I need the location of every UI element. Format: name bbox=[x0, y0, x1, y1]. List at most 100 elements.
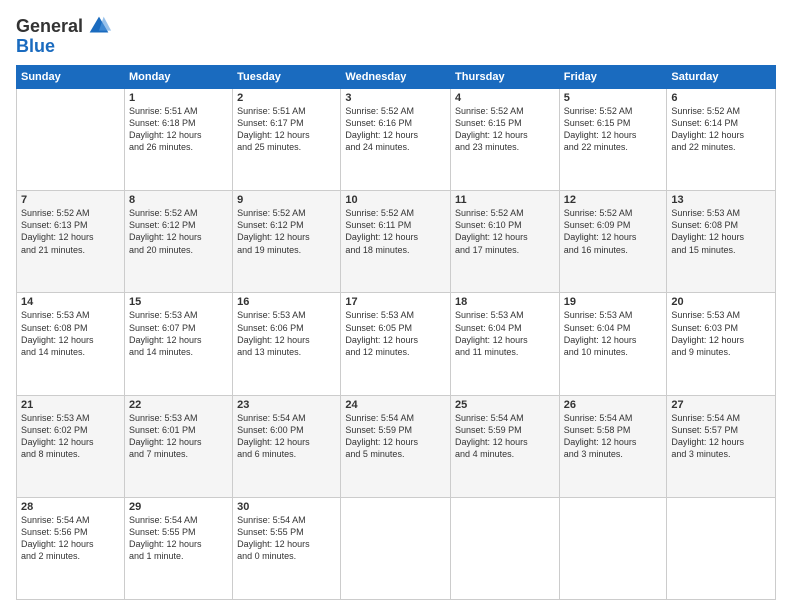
day-info: Sunrise: 5:53 AM Sunset: 6:08 PM Dayligh… bbox=[21, 309, 120, 358]
calendar-cell: 25Sunrise: 5:54 AM Sunset: 5:59 PM Dayli… bbox=[451, 395, 560, 497]
day-info: Sunrise: 5:52 AM Sunset: 6:10 PM Dayligh… bbox=[455, 207, 555, 256]
day-info: Sunrise: 5:53 AM Sunset: 6:07 PM Dayligh… bbox=[129, 309, 228, 358]
day-info: Sunrise: 5:52 AM Sunset: 6:11 PM Dayligh… bbox=[345, 207, 446, 256]
day-number: 22 bbox=[129, 399, 228, 411]
calendar-cell: 18Sunrise: 5:53 AM Sunset: 6:04 PM Dayli… bbox=[451, 293, 560, 395]
day-info: Sunrise: 5:53 AM Sunset: 6:06 PM Dayligh… bbox=[237, 309, 336, 358]
day-info: Sunrise: 5:53 AM Sunset: 6:02 PM Dayligh… bbox=[21, 412, 120, 461]
calendar-cell bbox=[559, 497, 667, 599]
calendar-cell: 27Sunrise: 5:54 AM Sunset: 5:57 PM Dayli… bbox=[667, 395, 776, 497]
calendar-cell: 1Sunrise: 5:51 AM Sunset: 6:18 PM Daylig… bbox=[124, 89, 232, 191]
calendar-cell: 24Sunrise: 5:54 AM Sunset: 5:59 PM Dayli… bbox=[341, 395, 451, 497]
calendar-cell bbox=[341, 497, 451, 599]
calendar-cell: 4Sunrise: 5:52 AM Sunset: 6:15 PM Daylig… bbox=[451, 89, 560, 191]
day-number: 19 bbox=[564, 296, 663, 308]
day-number: 24 bbox=[345, 399, 446, 411]
day-number: 11 bbox=[455, 194, 555, 206]
calendar-cell bbox=[451, 497, 560, 599]
day-number: 16 bbox=[237, 296, 336, 308]
calendar-cell: 19Sunrise: 5:53 AM Sunset: 6:04 PM Dayli… bbox=[559, 293, 667, 395]
day-number: 26 bbox=[564, 399, 663, 411]
day-number: 9 bbox=[237, 194, 336, 206]
day-number: 4 bbox=[455, 92, 555, 104]
day-number: 13 bbox=[671, 194, 771, 206]
calendar-cell: 28Sunrise: 5:54 AM Sunset: 5:56 PM Dayli… bbox=[17, 497, 125, 599]
logo: General Blue bbox=[16, 12, 113, 57]
day-number: 15 bbox=[129, 296, 228, 308]
day-info: Sunrise: 5:52 AM Sunset: 6:12 PM Dayligh… bbox=[237, 207, 336, 256]
col-header-monday: Monday bbox=[124, 66, 232, 89]
day-info: Sunrise: 5:53 AM Sunset: 6:01 PM Dayligh… bbox=[129, 412, 228, 461]
day-info: Sunrise: 5:54 AM Sunset: 5:57 PM Dayligh… bbox=[671, 412, 771, 461]
day-info: Sunrise: 5:53 AM Sunset: 6:05 PM Dayligh… bbox=[345, 309, 446, 358]
calendar-cell: 5Sunrise: 5:52 AM Sunset: 6:15 PM Daylig… bbox=[559, 89, 667, 191]
day-number: 28 bbox=[21, 501, 120, 513]
calendar-cell: 22Sunrise: 5:53 AM Sunset: 6:01 PM Dayli… bbox=[124, 395, 232, 497]
day-info: Sunrise: 5:52 AM Sunset: 6:14 PM Dayligh… bbox=[671, 105, 771, 154]
col-header-saturday: Saturday bbox=[667, 66, 776, 89]
calendar-table: SundayMondayTuesdayWednesdayThursdayFrid… bbox=[16, 65, 776, 600]
day-info: Sunrise: 5:52 AM Sunset: 6:12 PM Dayligh… bbox=[129, 207, 228, 256]
calendar-cell: 13Sunrise: 5:53 AM Sunset: 6:08 PM Dayli… bbox=[667, 191, 776, 293]
day-info: Sunrise: 5:51 AM Sunset: 6:17 PM Dayligh… bbox=[237, 105, 336, 154]
calendar-cell: 2Sunrise: 5:51 AM Sunset: 6:17 PM Daylig… bbox=[233, 89, 341, 191]
day-number: 1 bbox=[129, 92, 228, 104]
day-number: 3 bbox=[345, 92, 446, 104]
day-info: Sunrise: 5:54 AM Sunset: 6:00 PM Dayligh… bbox=[237, 412, 336, 461]
calendar-cell bbox=[667, 497, 776, 599]
day-info: Sunrise: 5:54 AM Sunset: 5:59 PM Dayligh… bbox=[455, 412, 555, 461]
day-number: 27 bbox=[671, 399, 771, 411]
calendar-cell: 14Sunrise: 5:53 AM Sunset: 6:08 PM Dayli… bbox=[17, 293, 125, 395]
day-info: Sunrise: 5:52 AM Sunset: 6:15 PM Dayligh… bbox=[564, 105, 663, 154]
calendar-cell: 3Sunrise: 5:52 AM Sunset: 6:16 PM Daylig… bbox=[341, 89, 451, 191]
day-info: Sunrise: 5:52 AM Sunset: 6:13 PM Dayligh… bbox=[21, 207, 120, 256]
calendar-cell: 9Sunrise: 5:52 AM Sunset: 6:12 PM Daylig… bbox=[233, 191, 341, 293]
day-info: Sunrise: 5:53 AM Sunset: 6:04 PM Dayligh… bbox=[455, 309, 555, 358]
calendar-cell: 8Sunrise: 5:52 AM Sunset: 6:12 PM Daylig… bbox=[124, 191, 232, 293]
day-info: Sunrise: 5:52 AM Sunset: 6:09 PM Dayligh… bbox=[564, 207, 663, 256]
day-info: Sunrise: 5:54 AM Sunset: 5:56 PM Dayligh… bbox=[21, 514, 120, 563]
day-info: Sunrise: 5:54 AM Sunset: 5:58 PM Dayligh… bbox=[564, 412, 663, 461]
day-info: Sunrise: 5:52 AM Sunset: 6:16 PM Dayligh… bbox=[345, 105, 446, 154]
day-number: 29 bbox=[129, 501, 228, 513]
day-number: 7 bbox=[21, 194, 120, 206]
day-number: 20 bbox=[671, 296, 771, 308]
day-number: 10 bbox=[345, 194, 446, 206]
calendar-cell: 16Sunrise: 5:53 AM Sunset: 6:06 PM Dayli… bbox=[233, 293, 341, 395]
calendar-cell: 10Sunrise: 5:52 AM Sunset: 6:11 PM Dayli… bbox=[341, 191, 451, 293]
day-number: 17 bbox=[345, 296, 446, 308]
day-info: Sunrise: 5:53 AM Sunset: 6:03 PM Dayligh… bbox=[671, 309, 771, 358]
logo-general: General bbox=[16, 16, 83, 37]
day-number: 23 bbox=[237, 399, 336, 411]
day-info: Sunrise: 5:54 AM Sunset: 5:59 PM Dayligh… bbox=[345, 412, 446, 461]
calendar-cell: 21Sunrise: 5:53 AM Sunset: 6:02 PM Dayli… bbox=[17, 395, 125, 497]
day-number: 30 bbox=[237, 501, 336, 513]
calendar-cell: 20Sunrise: 5:53 AM Sunset: 6:03 PM Dayli… bbox=[667, 293, 776, 395]
day-info: Sunrise: 5:54 AM Sunset: 5:55 PM Dayligh… bbox=[129, 514, 228, 563]
calendar-cell: 29Sunrise: 5:54 AM Sunset: 5:55 PM Dayli… bbox=[124, 497, 232, 599]
col-header-friday: Friday bbox=[559, 66, 667, 89]
col-header-wednesday: Wednesday bbox=[341, 66, 451, 89]
calendar-cell: 15Sunrise: 5:53 AM Sunset: 6:07 PM Dayli… bbox=[124, 293, 232, 395]
calendar-cell: 30Sunrise: 5:54 AM Sunset: 5:55 PM Dayli… bbox=[233, 497, 341, 599]
day-number: 21 bbox=[21, 399, 120, 411]
day-number: 25 bbox=[455, 399, 555, 411]
col-header-thursday: Thursday bbox=[451, 66, 560, 89]
day-info: Sunrise: 5:53 AM Sunset: 6:08 PM Dayligh… bbox=[671, 207, 771, 256]
day-number: 14 bbox=[21, 296, 120, 308]
day-number: 8 bbox=[129, 194, 228, 206]
col-header-sunday: Sunday bbox=[17, 66, 125, 89]
calendar-cell: 12Sunrise: 5:52 AM Sunset: 6:09 PM Dayli… bbox=[559, 191, 667, 293]
calendar-cell: 7Sunrise: 5:52 AM Sunset: 6:13 PM Daylig… bbox=[17, 191, 125, 293]
day-info: Sunrise: 5:52 AM Sunset: 6:15 PM Dayligh… bbox=[455, 105, 555, 154]
logo-icon bbox=[85, 12, 113, 40]
col-header-tuesday: Tuesday bbox=[233, 66, 341, 89]
day-number: 12 bbox=[564, 194, 663, 206]
day-number: 6 bbox=[671, 92, 771, 104]
day-number: 18 bbox=[455, 296, 555, 308]
day-info: Sunrise: 5:54 AM Sunset: 5:55 PM Dayligh… bbox=[237, 514, 336, 563]
day-number: 5 bbox=[564, 92, 663, 104]
day-info: Sunrise: 5:51 AM Sunset: 6:18 PM Dayligh… bbox=[129, 105, 228, 154]
calendar-cell: 6Sunrise: 5:52 AM Sunset: 6:14 PM Daylig… bbox=[667, 89, 776, 191]
day-number: 2 bbox=[237, 92, 336, 104]
